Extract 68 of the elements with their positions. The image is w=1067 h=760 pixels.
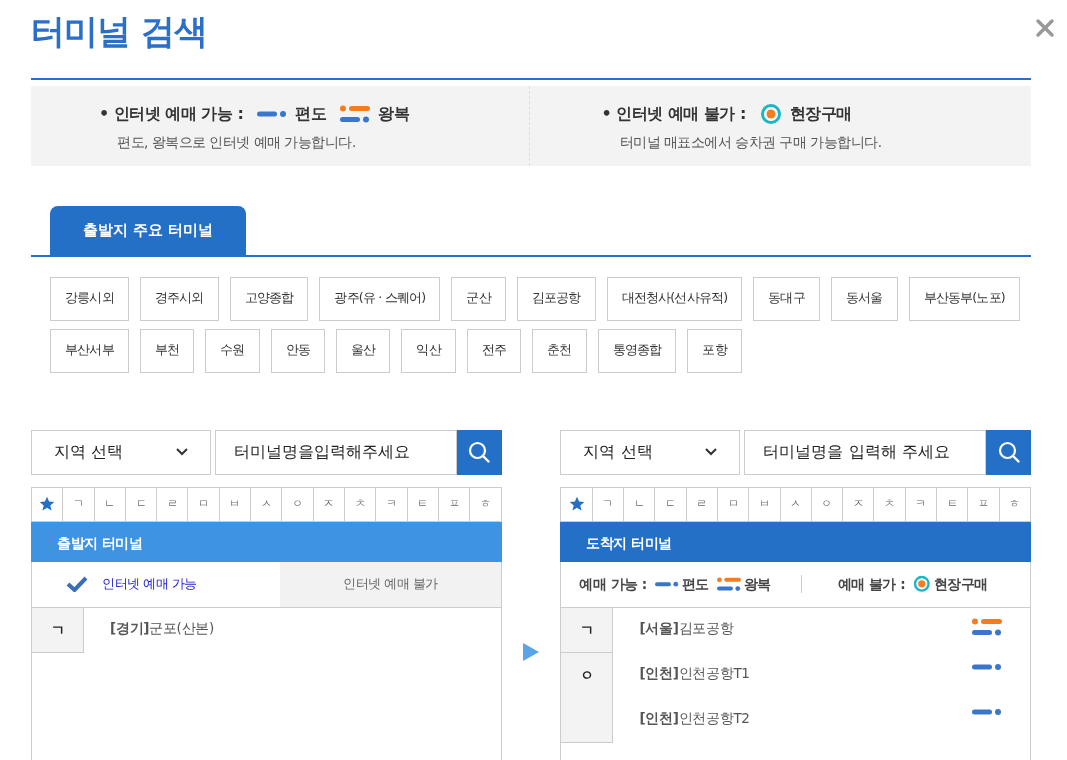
search-button[interactable] (986, 429, 1031, 475)
round-trip-route-icon (340, 105, 371, 123)
terminal-name[interactable]: [경기]군포(산본) (110, 617, 214, 638)
terminal-name[interactable]: [인천]인천공항T2 (639, 707, 750, 728)
legend-item-label: 왕복 (378, 103, 410, 125)
terminal-button[interactable]: 부산동부(노포) (908, 276, 1020, 321)
terminal-button[interactable]: 전주 (466, 328, 522, 373)
terminal-button[interactable]: 동대구 (753, 276, 820, 321)
initial-label: ㅇ (561, 652, 614, 743)
initial-label: ㄱ (561, 607, 614, 653)
legend-label: 예매 불가 : (837, 574, 906, 594)
terminal-button[interactable]: 부산서부 (50, 328, 129, 373)
terminal-button[interactable]: 통영종합 (597, 328, 677, 373)
terminal-button[interactable]: 안동 (270, 328, 326, 373)
on-site-purchase-icon (759, 103, 782, 125)
search-button[interactable] (456, 429, 502, 475)
legend-item-label: 편도 (681, 574, 709, 594)
star-icon (39, 495, 56, 512)
legend-item-label: 현장구매 (933, 574, 988, 594)
chevron-down-icon (176, 448, 188, 456)
legend-note: 터미널 매표소에서 승차권 구매 가능합니다. (618, 133, 883, 152)
terminal-button[interactable]: 김포공항 (516, 276, 596, 321)
search-field[interactable]: 터미널명을입력해주세요 (215, 429, 457, 475)
terminal-button[interactable]: 군산 (451, 276, 506, 321)
right-arrow-icon (522, 641, 540, 662)
terminal-button[interactable]: 대전청사(선사유적) (606, 276, 743, 321)
terminal-button[interactable]: 광주(유 · 스퀘어) (319, 276, 441, 321)
terminal-button[interactable]: 고양종합 (229, 276, 309, 321)
search-field[interactable]: 터미널명을 입력해 주세요 (744, 429, 986, 475)
terminal-name[interactable]: [인천]인천공항T1 (639, 662, 750, 683)
legend-note: 편도, 왕복으로 인터넷 예매 가능합니다. (116, 133, 357, 152)
legend-item-label: 편도 (295, 103, 327, 125)
legend-label: • 인터넷 예매 불가 : (601, 103, 746, 125)
panel-header: 출발지 터미널 (31, 521, 502, 562)
legend-label: 예매 가능 : (579, 574, 647, 594)
legend-item-label: 현장구매 (789, 103, 852, 125)
terminal-button[interactable]: 익산 (401, 328, 456, 373)
panel-header: 도착지 터미널 (560, 521, 1031, 562)
terminal-button[interactable]: 동서울 (830, 276, 898, 321)
one-way-route-icon (972, 662, 1002, 671)
search-icon (468, 441, 491, 463)
search-icon (997, 441, 1020, 463)
region-select[interactable]: 지역 선택 (560, 429, 741, 475)
one-way-route-icon (654, 580, 679, 588)
region-select[interactable]: 지역 선택 (31, 429, 211, 475)
one-way-route-icon (257, 110, 288, 118)
round-trip-route-icon (716, 576, 741, 592)
on-site-purchase-icon (913, 575, 931, 593)
checkmark-icon (66, 576, 88, 592)
terminal-name[interactable]: [서울]김포공항 (639, 617, 734, 638)
terminal-button[interactable]: 울산 (336, 328, 391, 373)
page-title: 터미널 검색 (31, 14, 208, 48)
terminal-button[interactable]: 강릉시외 (50, 276, 129, 321)
terminal-button[interactable]: 수원 (205, 328, 260, 373)
terminal-button[interactable]: 포항 (687, 328, 742, 373)
initial-label: ㄱ (32, 607, 84, 653)
round-trip-route-icon (972, 617, 1002, 636)
terminal-tab[interactable]: 출발지 주요 터미널 (50, 206, 247, 255)
one-way-route-icon (972, 707, 1002, 716)
chevron-down-icon (705, 448, 718, 456)
star-icon (568, 495, 585, 512)
filter-tab[interactable]: 인터넷 예매 불가 (280, 561, 501, 607)
terminal-button[interactable]: 춘천 (532, 328, 587, 373)
terminal-button[interactable]: 부천 (139, 328, 195, 373)
terminal-button[interactable]: 경주시외 (139, 276, 219, 321)
legend-label: • 인터넷 예매 가능 : (99, 103, 244, 125)
legend-item-label: 왕복 (743, 574, 771, 594)
close-icon[interactable] (1035, 18, 1055, 38)
